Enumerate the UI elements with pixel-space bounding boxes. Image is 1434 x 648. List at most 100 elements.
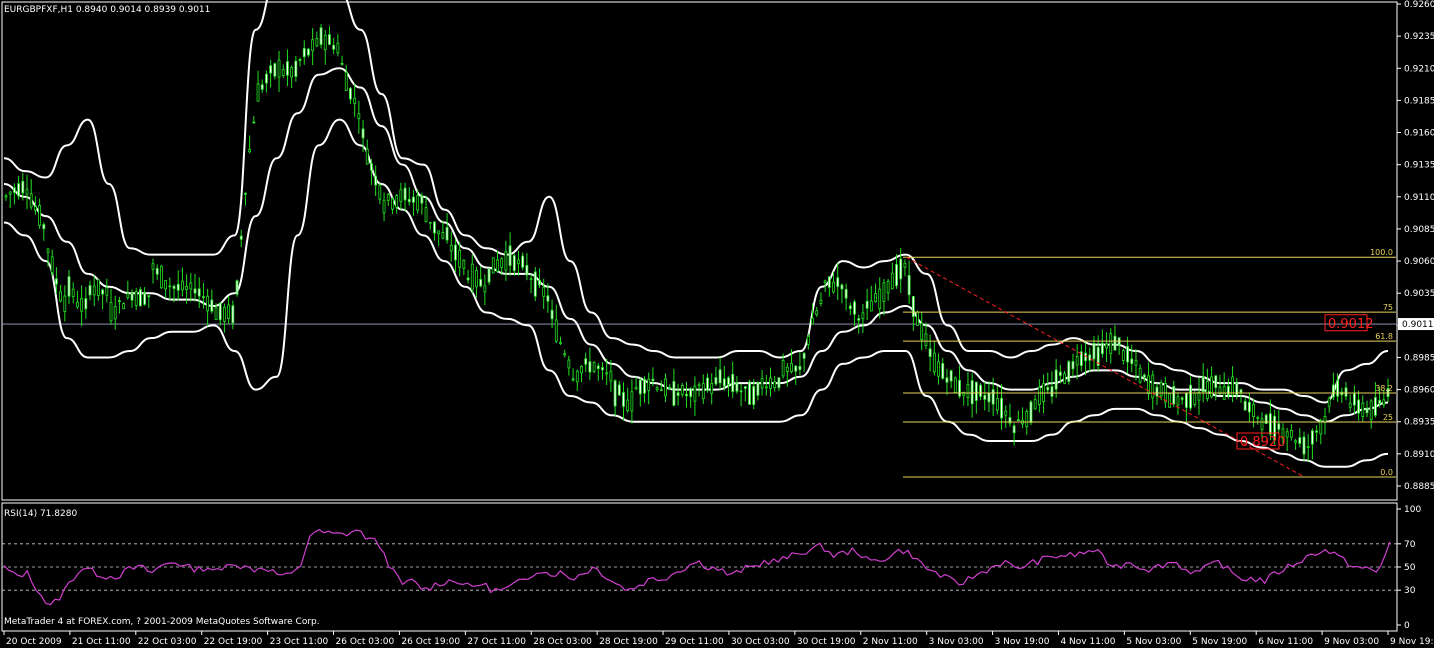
candle-body	[277, 59, 281, 78]
candle-body	[1016, 419, 1020, 422]
candle-body	[949, 370, 953, 382]
candle-body	[479, 279, 483, 287]
candle-body	[428, 221, 432, 224]
candle-body	[357, 113, 361, 119]
candle-body	[1319, 420, 1323, 435]
time-tick-label: 9 Nov 03:00	[1324, 637, 1379, 647]
candle-body	[588, 361, 592, 373]
candle-body	[680, 384, 684, 395]
candle-body	[550, 309, 554, 320]
time-tick-label: 22 Oct 03:00	[138, 637, 197, 647]
candle-body	[382, 199, 386, 214]
candle-body	[945, 377, 949, 383]
candle-body	[29, 193, 33, 208]
candle-body	[1151, 374, 1155, 399]
candle-body	[328, 34, 331, 45]
candle-body	[630, 391, 634, 412]
candle-body	[542, 287, 546, 297]
candle-body	[655, 387, 659, 390]
candle-body	[97, 279, 100, 296]
candle-body	[1361, 402, 1365, 417]
candle-body	[206, 295, 210, 312]
candle-body	[895, 264, 898, 287]
time-tick-label: 30 Oct 19:00	[797, 637, 856, 647]
fib-level-label: 0.0	[1380, 468, 1393, 477]
candle-body	[920, 322, 924, 341]
candle-body	[794, 365, 798, 372]
candle-body	[1327, 397, 1331, 407]
candle-body	[529, 278, 533, 281]
candle-body	[748, 381, 751, 405]
candle-body	[1357, 399, 1360, 414]
candle-body	[668, 387, 672, 389]
candle-body	[496, 259, 499, 272]
candle-body	[676, 392, 680, 397]
candle-body	[34, 206, 37, 211]
candle-body	[412, 196, 415, 203]
symbol-info: EURGBPFXF,H1 0.8940 0.9014 0.8939 0.9011	[4, 5, 210, 15]
candle-body	[500, 258, 504, 268]
candle-body	[1071, 361, 1075, 370]
candle-body	[638, 379, 642, 395]
candle-body	[386, 194, 390, 201]
candle-body	[836, 277, 840, 287]
candle-body	[1054, 369, 1058, 390]
candle-body	[613, 380, 617, 407]
candle-body	[458, 250, 462, 268]
candle-body	[487, 268, 491, 283]
candle-body	[701, 383, 705, 400]
candle-body	[1277, 423, 1281, 430]
candle-body	[1373, 397, 1377, 416]
candle-body	[987, 392, 991, 403]
candle-body	[596, 365, 600, 370]
candle-body	[126, 293, 130, 298]
candle-body	[378, 184, 382, 200]
candle-body	[802, 352, 806, 359]
candle-body	[59, 291, 63, 302]
candle-body	[659, 389, 663, 391]
candle-body	[899, 258, 903, 280]
rsi-tick-label: 0	[1404, 621, 1410, 631]
candle-body	[848, 305, 852, 309]
candle-body	[769, 377, 772, 389]
price-pane: 100.0 75 61.8 38.2 25 0.0 0.9012 0.8920	[2, 0, 1397, 478]
candle-body	[760, 377, 764, 389]
price-tick-label: 0.9235	[1404, 32, 1434, 42]
candle-body	[1037, 386, 1041, 405]
candle-body	[512, 255, 516, 272]
candle-body	[743, 386, 747, 389]
candle-body	[449, 244, 453, 252]
candle-body	[1323, 416, 1327, 423]
candle-body	[1365, 407, 1369, 414]
candle-body	[1294, 440, 1297, 443]
candle-body	[298, 59, 302, 61]
candle-body	[819, 299, 823, 304]
current-price-label: 0.9011	[1402, 320, 1434, 330]
time-tick-label: 20 Oct 2009	[6, 637, 62, 647]
candle-body	[911, 295, 915, 317]
time-tick-label: 29 Oct 11:00	[665, 637, 724, 647]
time-tick-label: 4 Nov 11:00	[1060, 637, 1115, 647]
rsi-tick-label: 70	[1404, 540, 1416, 550]
candle-body	[340, 62, 344, 65]
candle-body	[176, 283, 180, 291]
price-tick-label: 0.9185	[1404, 96, 1434, 106]
candle-body	[1352, 393, 1356, 406]
candle-body	[1075, 355, 1079, 366]
candle-body	[517, 259, 520, 265]
candle-body	[1184, 392, 1188, 408]
price-tick-label: 0.9135	[1404, 161, 1434, 171]
candle-body	[983, 394, 987, 400]
fib-level-label: 61.8	[1375, 332, 1393, 341]
candle-body	[1210, 376, 1213, 398]
candle-body	[1315, 430, 1318, 433]
candle-body	[844, 289, 848, 299]
candle-body	[307, 48, 310, 56]
candle-body	[71, 288, 75, 298]
candle-body	[752, 386, 756, 405]
candle-body	[882, 282, 886, 302]
candle-body	[231, 305, 235, 324]
candle-body	[1331, 384, 1335, 398]
candle-body	[1012, 425, 1016, 434]
candle-body	[1092, 343, 1096, 360]
